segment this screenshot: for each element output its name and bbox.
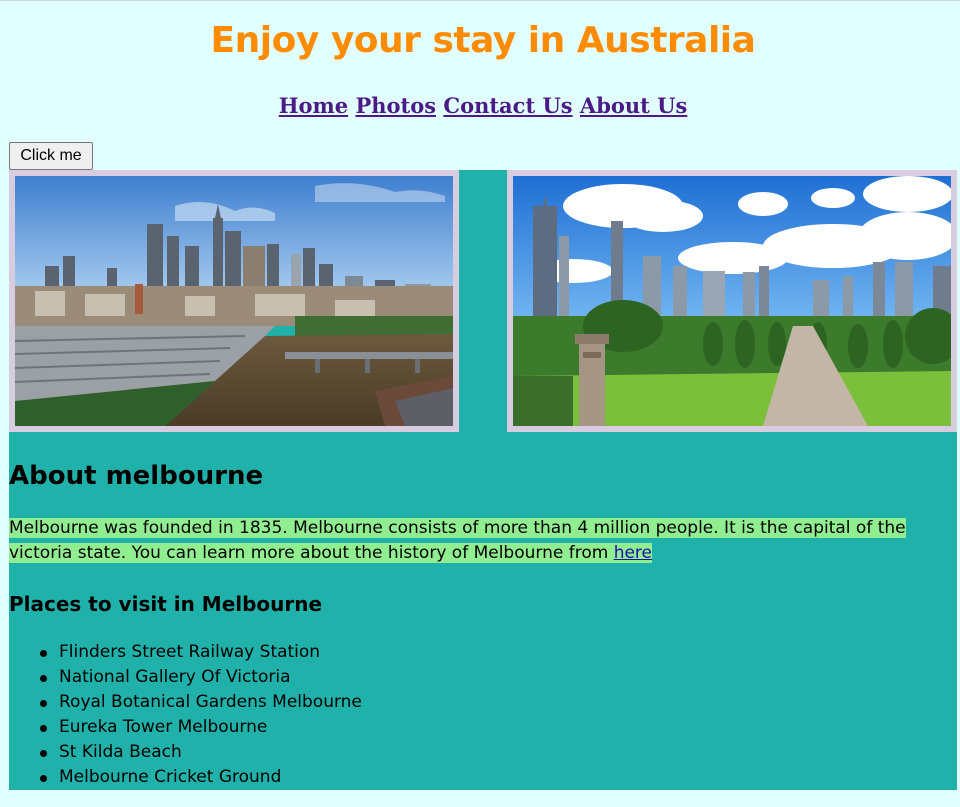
nav-link-home[interactable]: Home [279,93,348,118]
nav-link-contact-us[interactable]: Contact Us [443,93,572,118]
list-item: Flinders Street Railway Station [40,640,362,665]
page-title: Enjoy your stay in Australia [210,20,756,61]
nav-link-about-us[interactable]: About Us [580,93,687,118]
melbourne-shrine-image [513,176,951,426]
about-highlight: Melbourne was founded in 1835. Melbourne… [9,518,906,563]
about-text: Melbourne was founded in 1835. Melbourne… [9,518,906,563]
melbourne-river-photo [9,170,459,432]
list-item: Melbourne Cricket Ground [40,765,362,790]
content-section: About melbourne Melbourne was founded in… [9,170,957,790]
main-nav: Home Photos Contact Us About Us [0,92,960,120]
list-item: Eureka Tower Melbourne [40,715,362,740]
places-list: Flinders Street Railway Station National… [9,640,362,790]
list-item: Royal Botanical Gardens Melbourne [40,690,362,715]
click-me-button[interactable]: Click me [9,142,93,170]
melbourne-shrine-photo [507,170,957,432]
top-border [0,0,960,1]
melbourne-river-image [15,176,453,426]
about-paragraph: Melbourne was founded in 1835. Melbourne… [9,516,959,566]
list-item: St Kilda Beach [40,740,362,765]
about-heading: About melbourne [9,461,264,491]
history-link[interactable]: here [614,543,652,563]
list-item: National Gallery Of Victoria [40,665,362,690]
nav-link-photos[interactable]: Photos [355,93,436,118]
places-heading: Places to visit in Melbourne [9,592,323,616]
